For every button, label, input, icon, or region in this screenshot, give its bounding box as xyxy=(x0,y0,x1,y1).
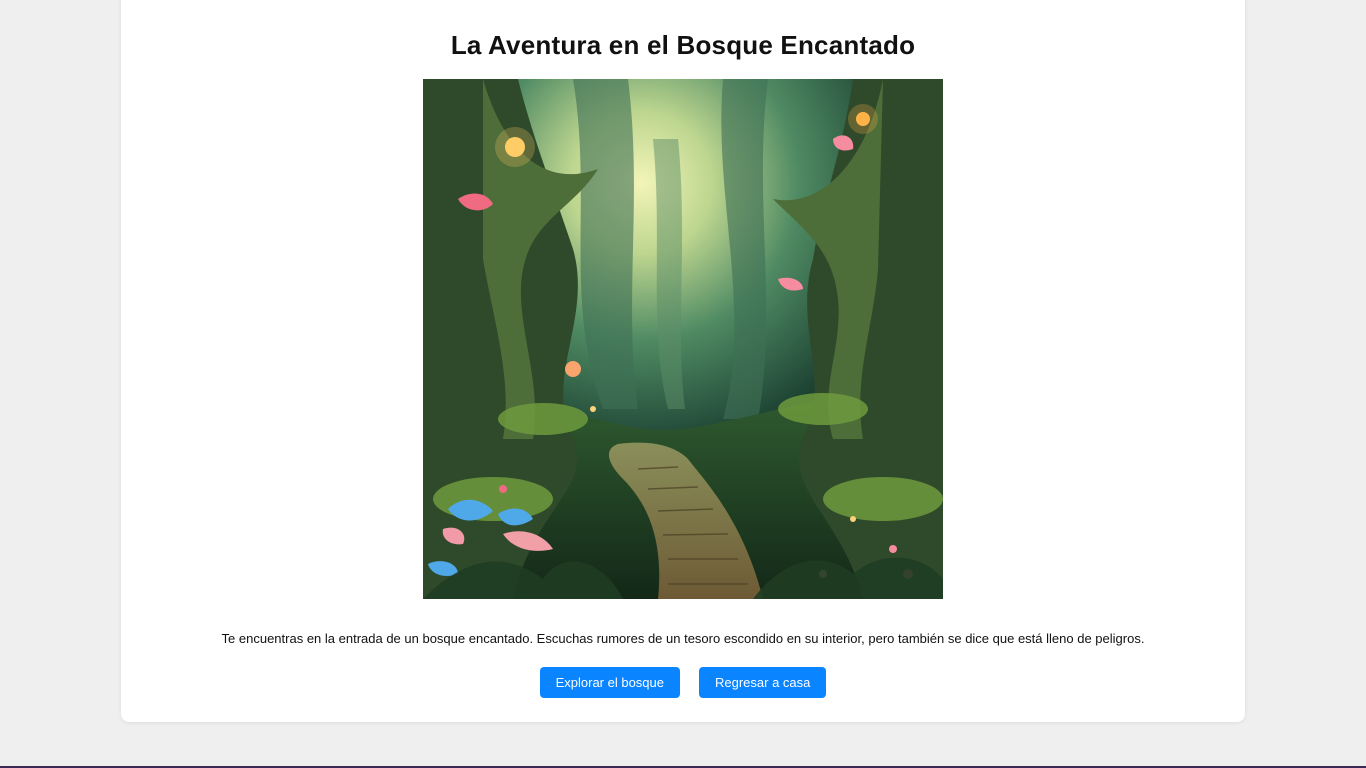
explore-forest-button[interactable]: Explorar el bosque xyxy=(539,667,680,698)
story-title: La Aventura en el Bosque Encantado xyxy=(450,30,916,60)
forest-illustration xyxy=(423,79,943,599)
return-home-button[interactable]: Regresar a casa xyxy=(699,667,827,698)
choice-buttons: Explorar el bosque Regresar a casa xyxy=(121,667,1245,698)
story-text: Te encuentras en la entrada de un bosque… xyxy=(221,631,1145,646)
scene-image xyxy=(423,79,943,599)
story-card: La Aventura en el Bosque Encantado Te en… xyxy=(121,0,1245,722)
